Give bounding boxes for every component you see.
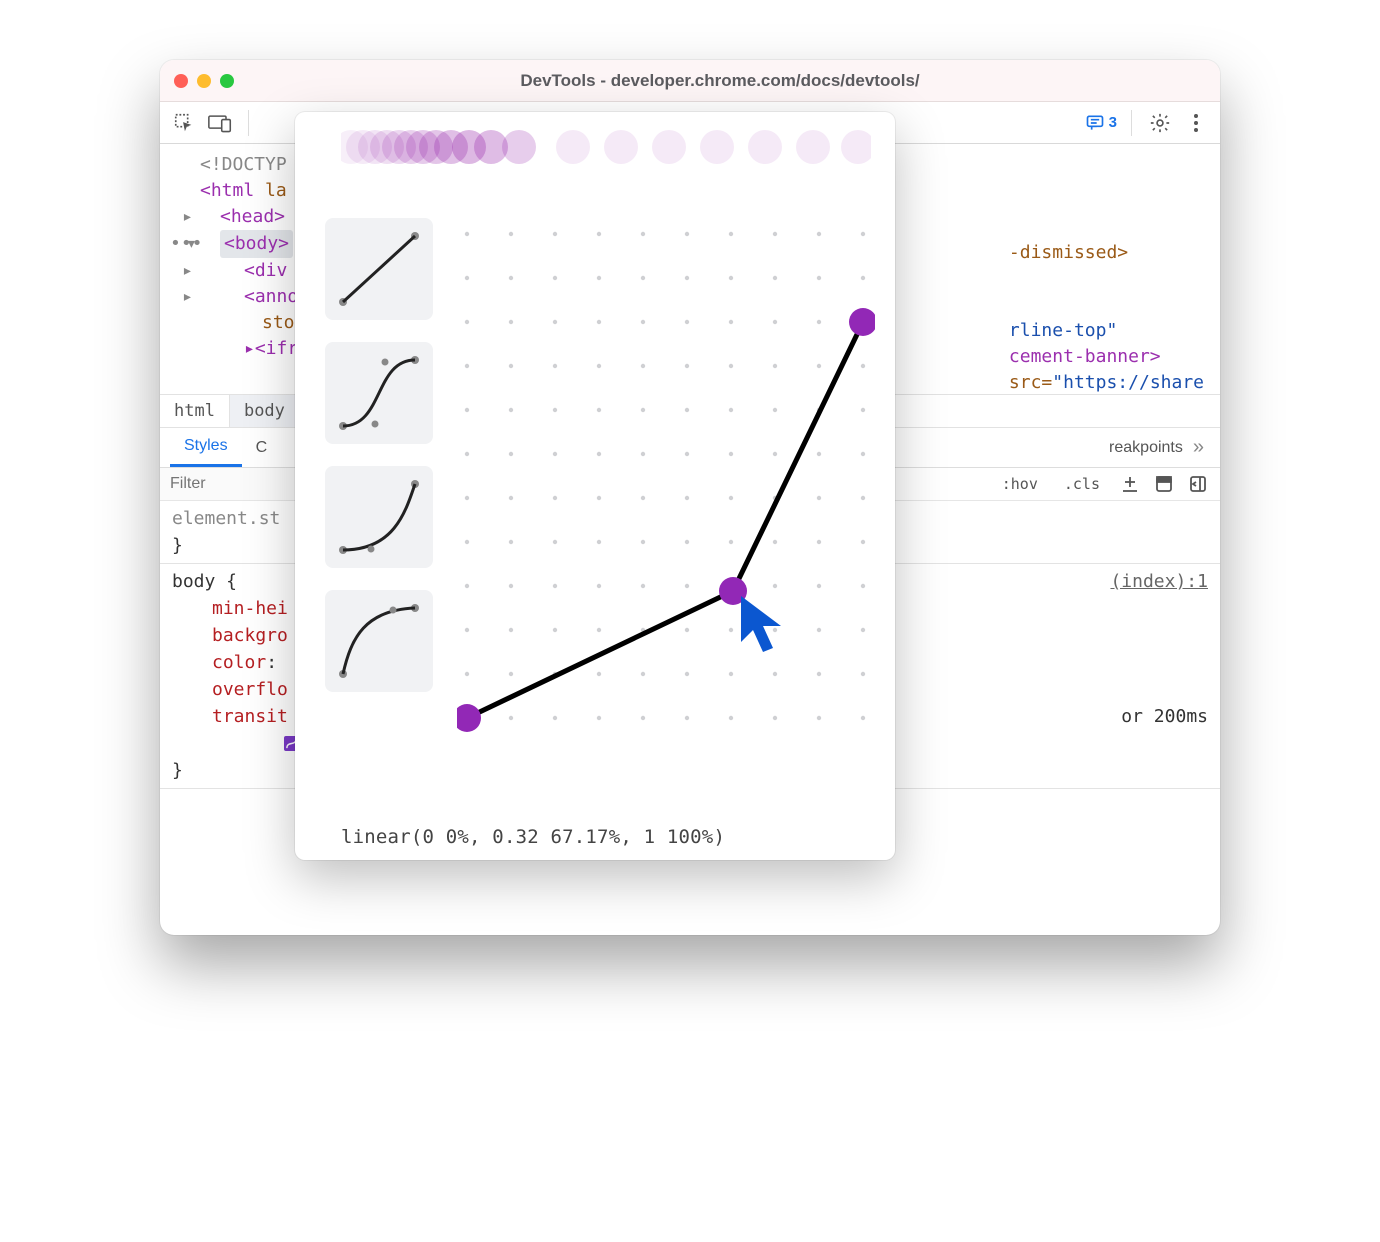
kebab-menu-icon[interactable] bbox=[1182, 109, 1210, 137]
preset-ease-in[interactable] bbox=[325, 466, 433, 568]
tab-breakpoints-partial[interactable]: reakpoints bbox=[1109, 439, 1183, 457]
issues-button[interactable]: 3 bbox=[1085, 113, 1117, 133]
close-dot-icon[interactable] bbox=[174, 74, 188, 88]
dom-snippet-overflow: -dismissed> rline-top" cement-banner> sr… bbox=[1009, 240, 1204, 396]
toggle-sidebar-icon[interactable] bbox=[1188, 474, 1208, 494]
body-selector[interactable]: body { bbox=[172, 568, 237, 595]
inspect-element-icon[interactable] bbox=[170, 109, 198, 137]
preset-ease-out[interactable] bbox=[325, 590, 433, 692]
prop-overflow[interactable]: overflo bbox=[212, 679, 288, 700]
toolbar-divider bbox=[1131, 110, 1132, 136]
easing-preview-dots bbox=[341, 126, 885, 180]
window-title: DevTools - developer.chrome.com/docs/dev… bbox=[234, 71, 1206, 91]
easing-editor-popover[interactable]: linear(0 0%, 0.32 67.17%, 1 100%) bbox=[295, 112, 895, 860]
titlebar: DevTools - developer.chrome.com/docs/dev… bbox=[160, 60, 1220, 102]
more-tabs-icon[interactable]: » bbox=[1193, 436, 1204, 459]
toolbar-divider bbox=[248, 110, 249, 136]
zoom-dot-icon[interactable] bbox=[220, 74, 234, 88]
easing-point-2[interactable] bbox=[849, 308, 875, 336]
prop-transition[interactable]: transit bbox=[212, 703, 288, 730]
computed-styles-icon[interactable] bbox=[1154, 474, 1174, 494]
cls-toggle[interactable]: .cls bbox=[1058, 473, 1106, 495]
crumb-html[interactable]: html bbox=[160, 395, 230, 427]
source-link[interactable]: (index):1 bbox=[1110, 568, 1208, 595]
element-style-selector[interactable]: element.st bbox=[172, 508, 280, 529]
prop-background[interactable]: backgro bbox=[212, 625, 288, 646]
easing-presets bbox=[325, 218, 433, 692]
doctype-node[interactable]: <!DOCTYP bbox=[200, 154, 287, 175]
easing-graph[interactable] bbox=[457, 218, 875, 658]
preset-ease-in-out[interactable] bbox=[325, 342, 433, 444]
transition-tail: or 200ms bbox=[1121, 703, 1208, 730]
easing-value-text: linear(0 0%, 0.32 67.17%, 1 100%) bbox=[341, 826, 725, 848]
devtools-window: DevTools - developer.chrome.com/docs/dev… bbox=[160, 60, 1220, 935]
settings-icon[interactable] bbox=[1146, 109, 1174, 137]
new-style-rule-icon[interactable] bbox=[1120, 474, 1140, 494]
prop-color[interactable]: color bbox=[212, 652, 266, 673]
easing-point-0[interactable] bbox=[457, 704, 481, 732]
minimize-dot-icon[interactable] bbox=[197, 74, 211, 88]
prop-min-height[interactable]: min-hei bbox=[212, 598, 288, 619]
window-controls bbox=[174, 74, 234, 88]
tab-computed[interactable]: C bbox=[242, 428, 282, 467]
easing-point-1[interactable] bbox=[719, 577, 747, 605]
issues-count: 3 bbox=[1109, 114, 1117, 131]
device-toolbar-icon[interactable] bbox=[206, 109, 234, 137]
hov-toggle[interactable]: :hov bbox=[996, 473, 1044, 495]
preset-linear[interactable] bbox=[325, 218, 433, 320]
tab-styles[interactable]: Styles bbox=[170, 428, 242, 467]
crumb-body[interactable]: body bbox=[230, 395, 300, 427]
